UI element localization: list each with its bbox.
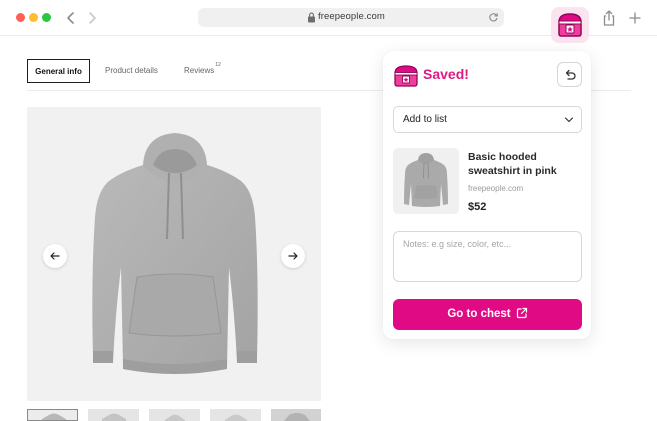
- window-zoom-button[interactable]: [42, 13, 51, 22]
- saved-item-name: Basic hooded sweatshirt in pink: [468, 151, 557, 177]
- arrow-left-icon: [50, 252, 60, 260]
- address-bar[interactable]: freepeople.com: [198, 8, 504, 27]
- reviews-count-badge: 12: [215, 62, 221, 68]
- thumbnail-4[interactable]: [210, 409, 261, 421]
- chevron-down-icon: [564, 117, 574, 123]
- tab-product-details[interactable]: Product details: [105, 59, 158, 83]
- plus-icon: [629, 12, 641, 24]
- saved-item-domain: freepeople.com: [468, 184, 524, 193]
- treasure-chest-icon: [558, 13, 582, 37]
- previous-image-button[interactable]: [43, 244, 67, 268]
- next-image-button[interactable]: [281, 244, 305, 268]
- browser-toolbar: freepeople.com: [0, 0, 657, 43]
- lock-icon: [308, 12, 315, 23]
- tab-general-info[interactable]: General info: [27, 59, 90, 83]
- forward-button[interactable]: [84, 9, 100, 27]
- external-link-icon: [516, 307, 527, 319]
- saved-item-price: $52: [468, 201, 487, 213]
- hoodie-thumbnail-image: [284, 413, 310, 421]
- share-button[interactable]: [601, 9, 617, 27]
- hoodie-thumbnail-image: [164, 414, 186, 421]
- save-popup: Saved! Add to list Basic hooded sweatshi…: [383, 51, 591, 339]
- hoodie-thumbnail-image: [101, 413, 127, 421]
- url-text: freepeople.com: [318, 11, 385, 22]
- arrow-right-icon: [288, 252, 298, 260]
- saved-status: Saved!: [423, 66, 469, 82]
- tab-label: Product details: [105, 66, 158, 75]
- hoodie-thumbnail-image: [41, 413, 67, 420]
- dropdown-label: Add to list: [403, 114, 447, 125]
- chevron-right-icon: [89, 12, 96, 24]
- reload-icon[interactable]: [488, 12, 499, 23]
- saved-item-image: [393, 148, 459, 214]
- thumbnail-5[interactable]: [271, 409, 321, 421]
- window-close-button[interactable]: [16, 13, 25, 22]
- thumbnail-3[interactable]: [149, 409, 200, 421]
- go-to-chest-button[interactable]: Go to chest: [393, 299, 582, 330]
- window-minimize-button[interactable]: [29, 13, 38, 22]
- chevron-left-icon: [67, 12, 74, 24]
- go-to-chest-label: Go to chest: [447, 308, 511, 320]
- treasure-chest-icon: [394, 65, 418, 87]
- thumbnail-2[interactable]: [88, 409, 139, 421]
- tab-reviews[interactable]: Reviews12: [184, 59, 221, 83]
- thumbnail-strip: [27, 409, 321, 421]
- tab-label: Reviews: [184, 66, 215, 75]
- tab-label: General info: [35, 67, 82, 76]
- undo-icon: [565, 69, 576, 80]
- add-to-list-dropdown[interactable]: Add to list: [393, 106, 582, 133]
- hoodie-thumbnail-image: [404, 153, 448, 207]
- notes-field[interactable]: [393, 231, 582, 282]
- share-icon: [603, 10, 615, 26]
- back-button[interactable]: [63, 9, 79, 27]
- hoodie-product-image: [92, 133, 258, 374]
- hoodie-thumbnail-image: [224, 414, 248, 421]
- extension-button[interactable]: [551, 7, 589, 43]
- product-image-gallery: [27, 107, 321, 401]
- undo-button[interactable]: [557, 62, 582, 87]
- thumbnail-1[interactable]: [27, 409, 78, 421]
- new-tab-button[interactable]: [627, 9, 643, 27]
